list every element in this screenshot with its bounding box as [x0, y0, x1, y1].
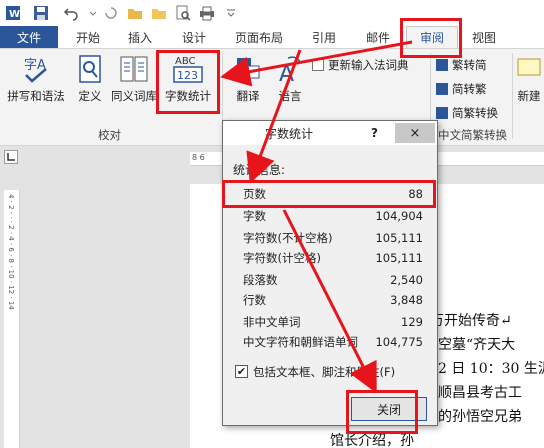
language-label: 语言: [278, 89, 302, 103]
document-line: 万开始传奇↵: [430, 313, 512, 329]
open-folder-icon[interactable]: [126, 4, 144, 22]
stat-label: 行数: [243, 293, 266, 307]
stat-label: 字符数(不计空格): [243, 231, 333, 245]
ribbon-tab-row: 文件 开始 插入 设计 页面布局 引用 邮件 审阅 视图: [0, 26, 544, 48]
stat-label: 字数: [243, 209, 266, 223]
translate-icon: [234, 53, 262, 85]
chinese-group-label: 中文简繁转换: [438, 128, 507, 142]
stat-label: 中文字符和朝鲜语单词: [243, 335, 358, 349]
proofing-group-label: 校对: [98, 128, 121, 142]
tab-insert[interactable]: 插入: [118, 26, 162, 48]
statistics-label: 统计信息:: [233, 163, 286, 177]
stat-row-lines: 行数 3,848: [243, 291, 423, 309]
highlight-box-review-tab: [400, 18, 462, 58]
document-line: 的孙悟空兄弟: [438, 409, 522, 425]
group-divider: [512, 53, 513, 139]
print-icon[interactable]: [198, 4, 216, 22]
spelling-icon: 字A: [20, 53, 52, 85]
define-button[interactable]: 定义: [72, 53, 108, 104]
spelling-grammar-button[interactable]: 字A 拼写和语法: [4, 53, 68, 104]
update-ime-label: 更新输入法词典: [328, 58, 409, 72]
trad-to-simp-label: 繁转简: [452, 58, 487, 72]
stat-value: 104,775: [375, 335, 423, 349]
new-comment-icon: [516, 53, 542, 85]
ruler-ticks: 8 6: [192, 153, 205, 162]
dialog-title: 字数统计: [265, 126, 314, 141]
tab-design[interactable]: 设计: [172, 26, 216, 48]
stat-value: 105,111: [375, 251, 423, 265]
highlight-box-word-count: [156, 50, 220, 114]
new-comment-button[interactable]: 新建: [514, 53, 544, 104]
document-line: 空墓“齐天大: [438, 337, 516, 353]
stat-row-chinese-chars: 中文字符和朝鲜语单词 104,775: [243, 333, 423, 351]
stat-row-non-chinese-words: 非中文单词 129: [243, 313, 423, 331]
stat-row-chars-with-spaces: 字符数(计空格) 105,111: [243, 249, 423, 267]
save-icon[interactable]: [32, 4, 50, 22]
highlight-box-close: [346, 390, 418, 434]
simp-to-trad-label: 简转繁: [452, 82, 487, 96]
tab-references[interactable]: 引用: [302, 26, 346, 48]
translate-button[interactable]: 翻译: [228, 53, 268, 104]
tab-mailings[interactable]: 邮件: [356, 26, 400, 48]
redo-icon[interactable]: [102, 4, 120, 22]
chinese-conversion-button[interactable]: 简繁转换: [436, 105, 498, 121]
simplified-to-traditional-button[interactable]: 简转繁: [436, 81, 487, 97]
undo-dropdown-icon[interactable]: [84, 4, 102, 22]
tab-view[interactable]: 视图: [462, 26, 506, 48]
include-textboxes-checkbox[interactable]: ✔: [235, 365, 248, 378]
stat-value: 129: [401, 315, 423, 329]
customize-toolbar-icon[interactable]: [222, 4, 240, 22]
thesaurus-button[interactable]: 同义词库: [110, 53, 158, 104]
stat-row-chars-no-spaces: 字符数(不计空格) 105,111: [243, 229, 423, 247]
ruler-ticks: 4 · 2 · · · 2 · 4 · 6 · 8 · 10 · 12 · 14: [7, 194, 15, 310]
translate-label: 翻译: [236, 89, 260, 103]
tab-page-layout[interactable]: 页面布局: [226, 26, 292, 48]
chinese-conversion-icon: [436, 107, 448, 119]
spelling-grammar-label: 拼写和语法: [7, 89, 65, 103]
language-icon: A: [276, 53, 304, 85]
chinese-conversion-label: 简繁转换: [452, 106, 498, 120]
include-textboxes-label: 包括文本框、脚注和尾注(F): [253, 365, 396, 379]
language-button[interactable]: A 语言: [272, 53, 308, 104]
thesaurus-icon: [119, 53, 149, 85]
stat-label: 字符数(计空格): [243, 251, 321, 265]
document-line: 2 日 10：30 生汎: [438, 361, 544, 377]
stat-value: 3,848: [390, 293, 423, 307]
word-app-icon: W: [4, 4, 22, 22]
new-folder-icon[interactable]: [150, 4, 168, 22]
help-button[interactable]: ?: [371, 126, 378, 140]
title-bar: W: [0, 0, 544, 26]
stat-label: 非中文单词: [243, 315, 301, 329]
simp-to-trad-icon: [436, 83, 448, 95]
highlight-box-pages: [222, 180, 436, 208]
svg-text:A: A: [279, 62, 294, 85]
traditional-to-simplified-button[interactable]: 繁转简: [436, 57, 487, 73]
tab-selector[interactable]: [4, 150, 18, 164]
stat-row-words: 字数 104,904: [243, 207, 423, 225]
stat-label: 段落数: [243, 273, 278, 287]
new-comment-label: 新建: [517, 89, 541, 103]
word-count-dialog: 字数统计 ? × 统计信息: 页数 88 字数 104,904 字符数(不计空格…: [222, 120, 438, 426]
document-line: 顺昌县考古工: [438, 385, 522, 401]
close-x-button[interactable]: ×: [395, 123, 435, 143]
update-ime-dictionary-button[interactable]: 更新输入法词典: [312, 57, 409, 73]
tab-file[interactable]: 文件: [0, 26, 58, 48]
stat-value: 105,111: [375, 231, 423, 245]
vertical-ruler[interactable]: 4 · 2 · · · 2 · 4 · 6 · 8 · 10 · 12 · 14: [4, 190, 20, 448]
undo-icon[interactable]: [62, 4, 80, 22]
stat-value: 104,904: [375, 209, 423, 223]
tab-home[interactable]: 开始: [66, 26, 110, 48]
dialog-title-bar[interactable]: 字数统计 ? ×: [223, 121, 437, 145]
stat-value: 2,540: [390, 273, 423, 287]
print-preview-icon[interactable]: [174, 4, 192, 22]
update-ime-icon: [312, 59, 324, 71]
define-label: 定义: [78, 89, 102, 103]
svg-text:W: W: [9, 9, 20, 20]
thesaurus-label: 同义词库: [111, 89, 157, 103]
trad-to-simp-icon: [436, 59, 448, 71]
stat-row-paragraphs: 段落数 2,540: [243, 271, 423, 289]
define-icon: [76, 53, 104, 85]
